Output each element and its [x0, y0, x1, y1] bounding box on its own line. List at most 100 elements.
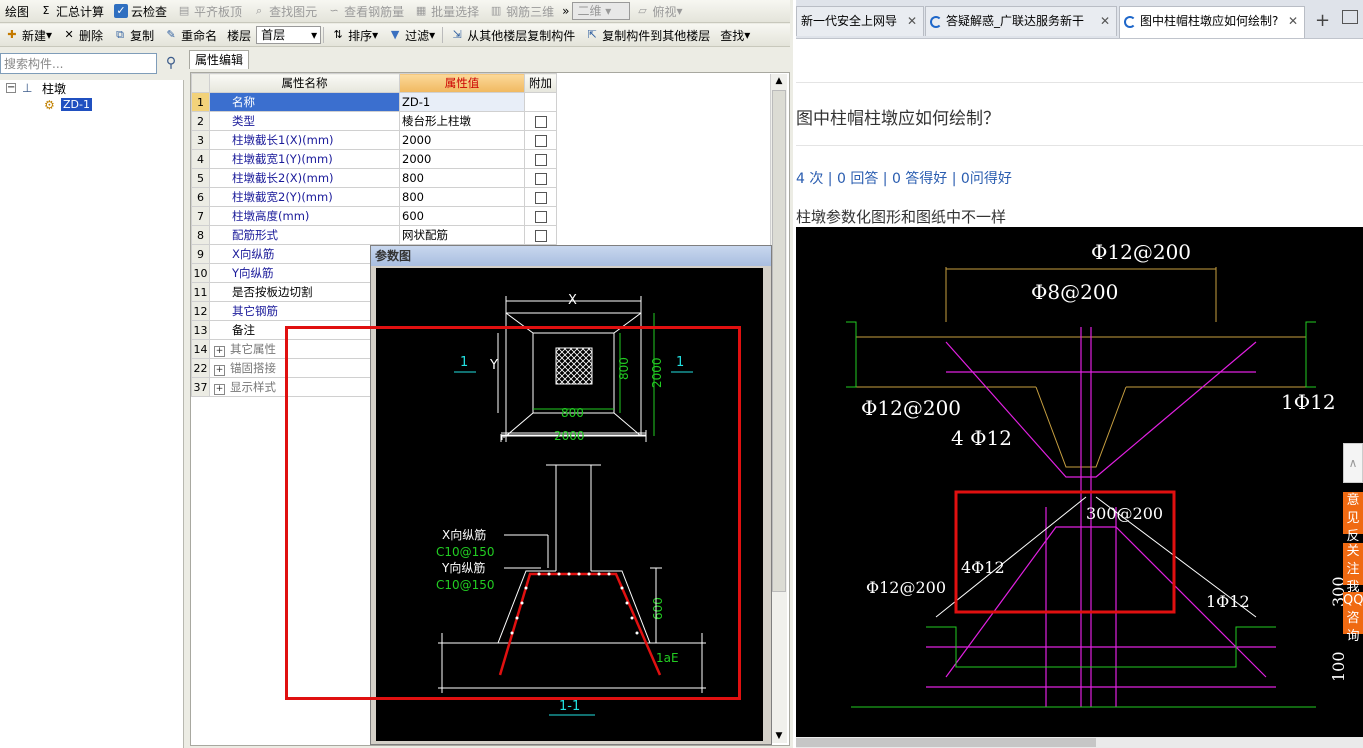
batch-select-button[interactable]: ▦ 批量选择 [409, 1, 484, 21]
property-extra [524, 225, 557, 245]
find-element-button[interactable]: ⌕ 查找图元 [247, 1, 322, 21]
question-stats[interactable]: 4 次 | 0 回答 | 0 答得好 | 0问得好 [796, 168, 1012, 188]
view-rebar-button[interactable]: ∽ 查看钢筋量 [322, 1, 409, 21]
property-row[interactable]: 1 名称 ZD-1 [191, 92, 557, 112]
back-to-top-button[interactable]: ∧ [1343, 443, 1363, 483]
rebar-3d-button[interactable]: ▥ 钢筋三维 [484, 1, 559, 21]
dialog-title[interactable]: 参数图 [371, 246, 771, 266]
restore-icon[interactable] [1342, 10, 1358, 24]
expand-icon[interactable]: + [214, 384, 225, 395]
header-value[interactable]: 属性值 [399, 73, 525, 93]
qq-side-button[interactable]: QQ咨询 [1343, 592, 1363, 644]
extra-checkbox[interactable] [534, 229, 547, 242]
extra-checkbox[interactable] [534, 115, 547, 128]
extra-checkbox[interactable] [534, 153, 547, 166]
grid-scrollbar[interactable]: ▲ ▼ [770, 74, 787, 743]
row-number: 9 [191, 244, 210, 264]
scroll-up-icon[interactable]: ▲ [771, 74, 787, 88]
property-value[interactable]: 2000 [399, 130, 525, 150]
property-value[interactable]: ZD-1 [399, 92, 525, 112]
rename-button[interactable]: ✎ 重命名 [159, 25, 222, 45]
delete-button[interactable]: ✕ 删除 [57, 25, 108, 45]
copy-button[interactable]: ⧉ 复制 [108, 25, 159, 45]
tab-1-title: 新一代安全上网导 [801, 14, 898, 28]
batch-select-label: 批量选择 [431, 4, 480, 19]
property-name: 配筋形式 [209, 225, 400, 245]
top-view-label: 俯视 [652, 4, 677, 19]
close-icon[interactable]: ✕ [907, 7, 917, 35]
row-number: 22 [191, 358, 210, 378]
filter-button[interactable]: ▼ 过滤 ▾ [383, 25, 440, 45]
extra-checkbox[interactable] [534, 210, 547, 223]
component-toolbar: ✚ 新建 ▾ ✕ 删除 ⧉ 复制 ✎ 重命名 楼层 首层 ▾ ⇅ 排序 ▾ ▼ 过滤 ▾ ⇲ 从… [0, 24, 790, 47]
property-value[interactable]: 网状配筋 [399, 225, 525, 245]
close-icon[interactable]: ✕ [1100, 7, 1110, 35]
property-extra [524, 111, 557, 131]
property-extra [524, 187, 557, 207]
collapse-icon[interactable]: − [6, 83, 16, 93]
tab-property-edit[interactable]: 属性编辑 [189, 50, 249, 69]
property-value[interactable]: 800 [399, 168, 525, 188]
find-button[interactable]: 查找 ▾ [715, 25, 755, 45]
browser-tab-1[interactable]: 新一代安全上网导 ✕ [796, 6, 924, 36]
floor-dropdown[interactable]: 首层 ▾ [256, 26, 322, 44]
floor-text: 楼层 [227, 28, 252, 43]
sum-calc-button[interactable]: Σ 汇总计算 [34, 1, 109, 21]
view-2d-dropdown[interactable]: 二维 ▾ [572, 2, 631, 20]
extra-checkbox[interactable] [534, 172, 547, 185]
feedback-side-button[interactable]: 意见反馈 [1343, 492, 1363, 562]
highlight-rectangle [285, 326, 741, 700]
browser-hscroll-thumb[interactable] [796, 738, 1096, 747]
property-row[interactable]: 8 配筋形式 网状配筋 [191, 225, 557, 245]
tree-item-zd1[interactable]: ZD-1 [61, 98, 92, 111]
header-extra[interactable]: 附加 [524, 73, 557, 93]
search-icon[interactable]: ⚲ [159, 53, 183, 74]
property-row[interactable]: 4 柱墩截宽1(Y)(mm) 2000 [191, 149, 557, 169]
cad-label-d: 1Φ12 [1281, 390, 1336, 414]
search-input[interactable]: 搜索构件... [0, 53, 157, 74]
top-view-button[interactable]: ▱ 俯视 ▾ [630, 1, 687, 21]
cad-drawing-image[interactable]: Φ12@200 Φ8@200 Φ12@200 1Φ12 4 Φ12 300@20… [796, 227, 1363, 737]
expand-icon[interactable]: + [214, 346, 225, 357]
browser-tab-3-active[interactable]: 图中柱帽柱墩应如何绘制? ✕ [1119, 6, 1305, 38]
copy-icon: ⧉ [116, 28, 124, 41]
cloud-check-icon: ✓ [114, 4, 129, 18]
new-button[interactable]: ✚ 新建 ▾ [0, 25, 57, 45]
property-value[interactable]: 800 [399, 187, 525, 207]
tree-root-label[interactable]: 柱墩 [42, 80, 66, 97]
property-value[interactable]: 棱台形上柱墩 [399, 111, 525, 131]
flush-slab-button[interactable]: ▤ 平齐板顶 [172, 1, 247, 21]
property-value[interactable]: 600 [399, 206, 525, 226]
property-value[interactable]: 2000 [399, 149, 525, 169]
header-name[interactable]: 属性名称 [209, 73, 400, 93]
property-row[interactable]: 3 柱墩截长1(X)(mm) 2000 [191, 130, 557, 150]
scroll-thumb[interactable] [772, 90, 786, 592]
delete-label: 删除 [79, 28, 104, 43]
new-tab-button[interactable]: + [1315, 10, 1330, 31]
property-name-text: 其它属性 [230, 342, 276, 356]
scroll-down-icon[interactable]: ▼ [771, 729, 787, 743]
row-number: 37 [191, 377, 210, 397]
property-row[interactable]: 6 柱墩截宽2(Y)(mm) 800 [191, 187, 557, 207]
expand-icon[interactable]: + [214, 365, 225, 376]
sort-label: 排序 [348, 28, 373, 43]
rebar-3d-label: 钢筋三维 [506, 4, 555, 19]
browser-tab-2[interactable]: 答疑解惑_广联达服务新干 ✕ [925, 6, 1117, 36]
property-name: 类型 [209, 111, 400, 131]
property-row[interactable]: 2 类型 棱台形上柱墩 [191, 111, 557, 131]
copy-to-floor-button[interactable]: ⇱ 复制构件到其他楼层 [580, 25, 715, 45]
flush-slab-icon: ▤ [178, 4, 190, 17]
property-row[interactable]: 7 柱墩高度(mm) 600 [191, 206, 557, 226]
copy-from-floor-button[interactable]: ⇲ 从其他楼层复制构件 [445, 25, 580, 45]
chevron-down-icon: ▾ [311, 28, 318, 42]
property-row[interactable]: 5 柱墩截长2(X)(mm) 800 [191, 168, 557, 188]
close-icon[interactable]: ✕ [1288, 7, 1298, 35]
follow-side-button[interactable]: 关注我们 [1343, 543, 1363, 613]
extra-checkbox[interactable] [534, 134, 547, 147]
flush-slab-label: 平齐板顶 [194, 4, 243, 19]
cloud-check-button[interactable]: ✓ 云检查 [109, 1, 172, 21]
extra-checkbox[interactable] [534, 191, 547, 204]
overflow-chevron-icon[interactable]: » [559, 1, 572, 21]
draw-button[interactable]: 绘图 [0, 1, 34, 21]
sort-button[interactable]: ⇅ 排序 ▾ [326, 25, 383, 45]
